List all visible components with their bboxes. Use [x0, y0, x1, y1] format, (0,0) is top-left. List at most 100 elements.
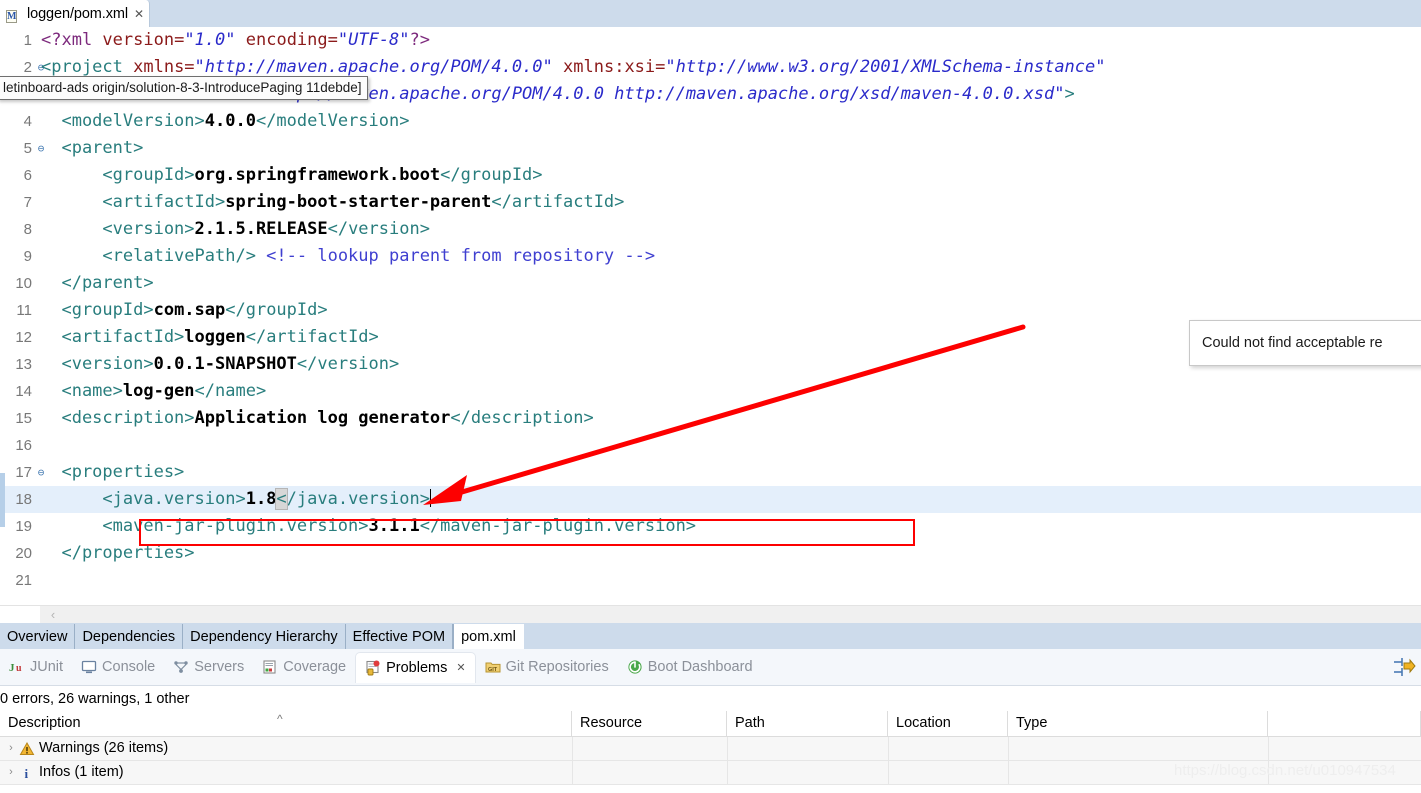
- code-token: </modelVersion>: [256, 111, 410, 131]
- viewtab-problems[interactable]: Problems ✕: [355, 652, 475, 683]
- svg-text:i: i: [25, 766, 29, 781]
- subtab-overview[interactable]: Overview: [0, 624, 75, 649]
- line-number: 5: [0, 135, 32, 162]
- code-text: <description>Application log generator</…: [41, 405, 594, 432]
- column-header-type[interactable]: Type: [1008, 711, 1268, 736]
- line-number: 4: [0, 108, 32, 135]
- code-text: <artifactId>spring-boot-starter-parent</…: [41, 189, 624, 216]
- code-token: </artifactId>: [491, 192, 624, 212]
- code-token: </version>: [328, 219, 430, 239]
- code-token: <groupId>: [41, 165, 195, 185]
- code-text: </parent>: [41, 270, 154, 297]
- problems-table[interactable]: ^ DescriptionResourcePathLocationType ›W…: [0, 711, 1421, 790]
- code-token: <java.version>: [41, 489, 246, 509]
- viewtab-label: Servers: [194, 659, 244, 675]
- svg-text:GIT: GIT: [488, 667, 498, 673]
- code-line-8[interactable]: 8 <version>2.1.5.RELEASE</version>: [0, 216, 1421, 243]
- subtab-label: Effective POM: [353, 629, 445, 645]
- viewtab-label: Problems: [386, 660, 447, 676]
- focus-on-active-task-icon[interactable]: [1389, 653, 1417, 681]
- code-token: encoding=: [246, 30, 338, 50]
- expand-chevron-icon[interactable]: ›: [4, 737, 18, 760]
- subtab-effective-pom[interactable]: Effective POM: [346, 624, 453, 649]
- code-token: "http://maven.apache.org/POM/4.0.0 http:…: [256, 84, 1065, 104]
- code-text: <artifactId>loggen</artifactId>: [41, 324, 379, 351]
- code-token: </version>: [297, 354, 399, 374]
- code-line-15[interactable]: 15 <description>Application log generato…: [0, 405, 1421, 432]
- code-token: /java.version>: [287, 489, 430, 509]
- viewtab-boot-dashboard[interactable]: Boot Dashboard: [618, 652, 762, 682]
- editor-tab-pom-xml[interactable]: M loggen/pom.xml ✕: [0, 0, 150, 27]
- subtab-dependency-hierarchy[interactable]: Dependency Hierarchy: [183, 624, 346, 649]
- viewtab-console[interactable]: Console: [72, 652, 164, 682]
- column-header-location[interactable]: Location: [888, 711, 1008, 736]
- viewtab-servers[interactable]: Servers: [164, 652, 253, 682]
- code-token: </description>: [450, 408, 593, 428]
- code-line-19[interactable]: 19 <maven-jar-plugin.version>3.1.1</mave…: [0, 513, 1421, 540]
- code-text: <version>0.0.1-SNAPSHOT</version>: [41, 351, 399, 378]
- subtab-dependencies[interactable]: Dependencies: [75, 624, 183, 649]
- code-line-10[interactable]: 10 </parent>: [0, 270, 1421, 297]
- code-token: </maven-jar-plugin.version>: [420, 516, 696, 536]
- code-token: <maven-jar-plugin.version>: [41, 516, 369, 536]
- code-line-20[interactable]: 20 </properties>: [0, 540, 1421, 567]
- code-token: 2.1.5.RELEASE: [195, 219, 328, 239]
- code-line-7[interactable]: 7 <artifactId>spring-boot-starter-parent…: [0, 189, 1421, 216]
- code-token: </artifactId>: [246, 327, 379, 347]
- code-line-1[interactable]: 1<?xml version="1.0" encoding="UTF-8"?>: [0, 27, 1421, 54]
- column-header-resource[interactable]: Resource: [572, 711, 727, 736]
- viewtab-label: JUnit: [30, 659, 63, 675]
- editor-tab-label: loggen/pom.xml: [27, 6, 128, 22]
- cell-divider: [888, 761, 889, 784]
- cell-divider: [1008, 761, 1009, 784]
- current-line-marker: [0, 473, 5, 527]
- code-text: <modelVersion>4.0.0</modelVersion>: [41, 108, 409, 135]
- view-tab-bar[interactable]: Ju JUnit Console Servers Coverage Problems ✕ GI…: [0, 649, 1421, 686]
- code-lines-container[interactable]: 1<?xml version="1.0" encoding="UTF-8"?> 2…: [0, 27, 1421, 594]
- line-number: 1: [0, 27, 32, 54]
- code-text: <properties>: [41, 459, 184, 486]
- code-line-17[interactable]: 17⊖ <properties>: [0, 459, 1421, 486]
- code-token: <modelVersion>: [41, 111, 205, 131]
- code-line-14[interactable]: 14 <name>log-gen</name>: [0, 378, 1421, 405]
- code-line-5[interactable]: 5⊖ <parent>: [0, 135, 1421, 162]
- code-line-9[interactable]: 9 <relativePath/> <!-- lookup parent fro…: [0, 243, 1421, 270]
- line-number: 10: [0, 270, 32, 297]
- code-line-16[interactable]: 16: [0, 432, 1421, 459]
- line-number: 15: [0, 405, 32, 432]
- editor-form-tabs[interactable]: Overview DependenciesDependency Hierarchy…: [0, 624, 1421, 649]
- code-line-21[interactable]: 21: [0, 567, 1421, 594]
- expand-chevron-icon[interactable]: ›: [4, 761, 18, 784]
- editor-horizontal-scroll-row[interactable]: ‹: [0, 605, 1421, 625]
- code-editor[interactable]: 1<?xml version="1.0" encoding="UTF-8"?> 2…: [0, 27, 1421, 605]
- viewtab-git-repositories[interactable]: GITGit Repositories: [476, 652, 618, 682]
- line-number: 8: [0, 216, 32, 243]
- subtab-pom-xml[interactable]: pom.xml: [453, 624, 524, 649]
- column-header-path[interactable]: Path: [727, 711, 888, 736]
- chevron-left-icon[interactable]: ‹: [46, 608, 60, 622]
- subtab-label: Overview: [7, 629, 67, 645]
- viewtab-coverage[interactable]: Coverage: [253, 652, 355, 682]
- maven-file-icon: M: [6, 6, 22, 22]
- maven-icon-letter: M: [6, 10, 17, 23]
- subtab-label: pom.xml: [461, 629, 516, 645]
- problems-table-body[interactable]: ›Warnings (26 items)›iInfos (1 item): [0, 737, 1421, 785]
- table-row[interactable]: ›Warnings (26 items): [0, 737, 1421, 761]
- code-line-18[interactable]: 18 <java.version>1.8</java.version>: [0, 486, 1421, 513]
- close-icon[interactable]: ✕: [134, 8, 144, 20]
- column-header-description[interactable]: Description: [0, 711, 572, 736]
- code-line-6[interactable]: 6 <groupId>org.springframework.boot</gro…: [0, 162, 1421, 189]
- code-token: <groupId>: [41, 300, 154, 320]
- code-token: "UTF-8": [338, 30, 410, 50]
- code-line-4[interactable]: 4 <modelVersion>4.0.0</modelVersion>: [0, 108, 1421, 135]
- svg-text:J: J: [9, 662, 15, 674]
- info-icon: i: [19, 765, 35, 781]
- code-token: "http://www.w3.org/2001/XMLSchema-instan…: [665, 57, 1105, 77]
- close-icon[interactable]: ✕: [456, 661, 465, 674]
- text-caret: [430, 489, 431, 507]
- table-row[interactable]: ›iInfos (1 item): [0, 761, 1421, 785]
- problems-table-header[interactable]: ^ DescriptionResourcePathLocationType: [0, 711, 1421, 737]
- code-token: <version>: [41, 354, 154, 374]
- viewtab-junit[interactable]: Ju JUnit: [0, 652, 72, 682]
- junit-icon: Ju: [9, 659, 25, 675]
